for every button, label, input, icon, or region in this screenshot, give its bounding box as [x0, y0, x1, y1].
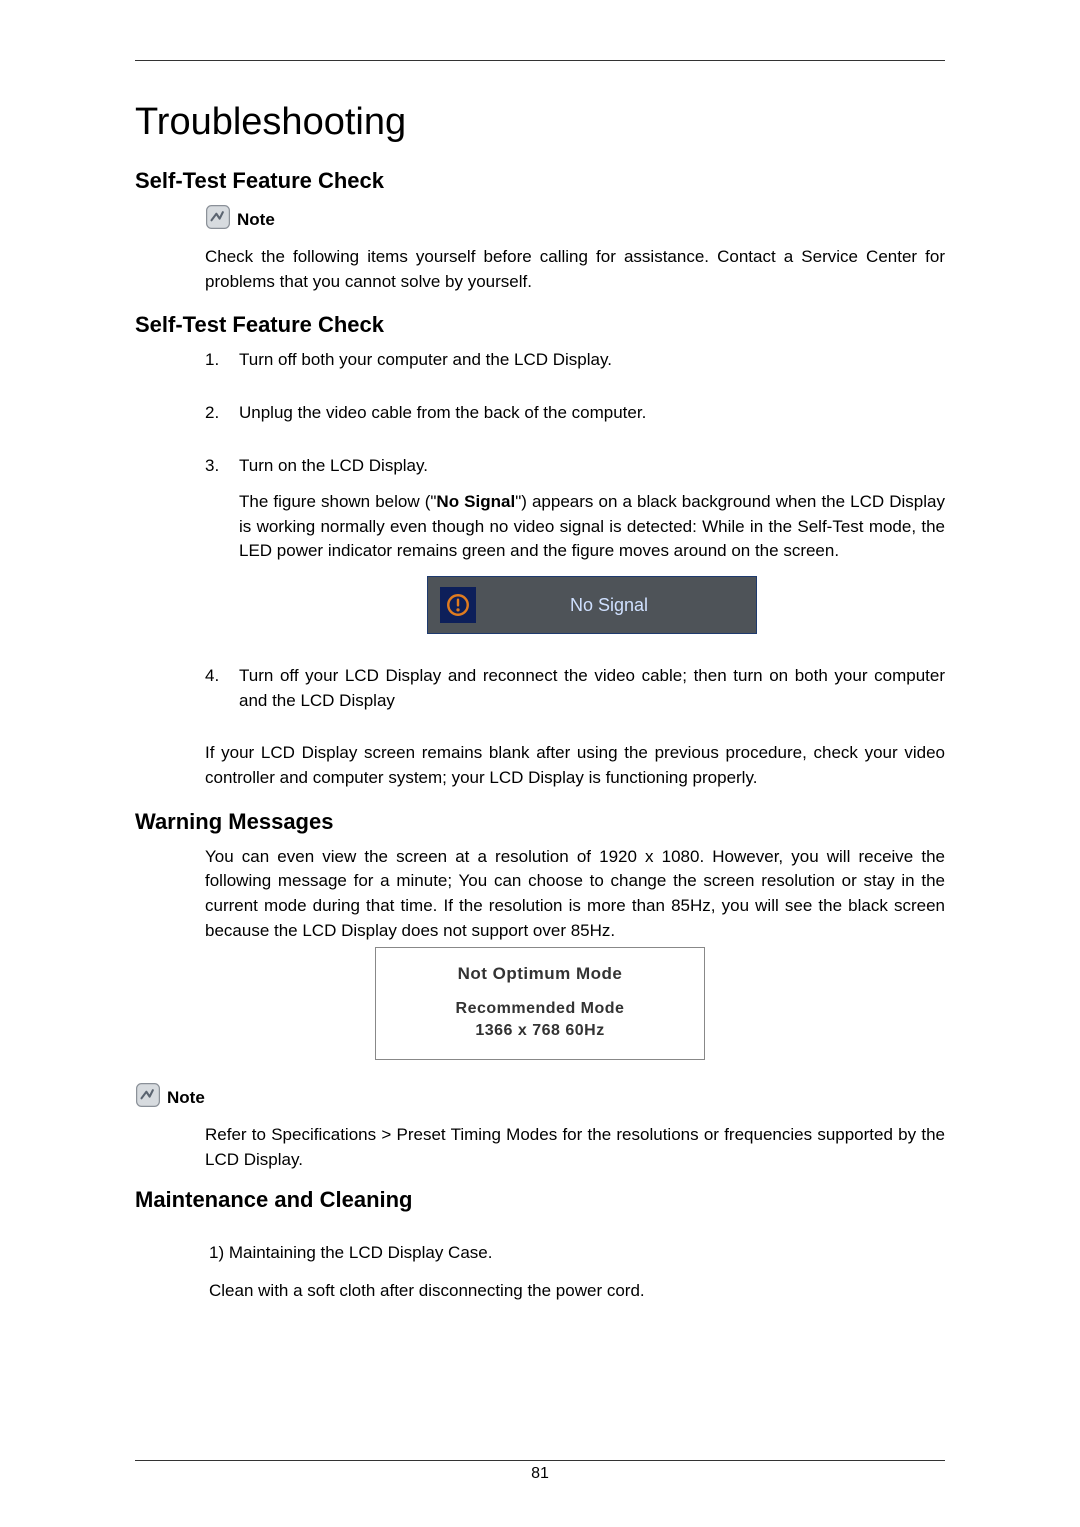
no-signal-label: No Signal	[504, 592, 744, 618]
maint-p2: Clean with a soft cloth after disconnect…	[209, 1279, 945, 1304]
list-item: 1. Turn off both your computer and the L…	[205, 348, 945, 385]
selftest-after-list: If your LCD Display screen remains blank…	[205, 741, 945, 790]
note-icon	[205, 204, 231, 235]
not-optimum-line2: Recommended Mode	[388, 998, 692, 1020]
list-text: Turn off your LCD Display and reconnect …	[239, 664, 945, 713]
page: Troubleshooting Self-Test Feature Check …	[0, 0, 1080, 1527]
maint-p1: 1) Maintaining the LCD Display Case.	[209, 1241, 945, 1266]
list-number: 2.	[205, 401, 239, 438]
note-block-2: Note	[135, 1082, 945, 1113]
note-block-1: Note	[205, 204, 945, 235]
list-item: 4. Turn off your LCD Display and reconne…	[205, 664, 945, 725]
footer-rule	[135, 1460, 945, 1461]
no-signal-figure: No Signal	[427, 576, 757, 634]
list-number: 3.	[205, 454, 239, 649]
list-item: 2. Unplug the video cable from the back …	[205, 401, 945, 438]
heading-maintenance: Maintenance and Cleaning	[135, 1187, 945, 1213]
heading-selftest-1: Self-Test Feature Check	[135, 168, 945, 194]
bold-phrase: No Signal	[436, 492, 515, 511]
list-number: 1.	[205, 348, 239, 385]
page-number: 81	[135, 1465, 945, 1483]
not-optimum-figure: Not Optimum Mode Recommended Mode 1366 x…	[375, 947, 705, 1060]
note-label: Note	[237, 210, 275, 230]
heading-warning: Warning Messages	[135, 809, 945, 835]
not-optimum-line3: 1366 x 768 60Hz	[388, 1020, 692, 1042]
note-label: Note	[167, 1088, 205, 1108]
selftest-list: 1. Turn off both your computer and the L…	[205, 348, 945, 725]
footer: 81	[135, 1460, 945, 1483]
list-extra-text: The figure shown below ("No Signal") app…	[239, 490, 945, 564]
heading-selftest-2: Self-Test Feature Check	[135, 312, 945, 338]
warning-note-body: Refer to Specifications > Preset Timing …	[205, 1123, 945, 1172]
top-rule	[135, 60, 945, 61]
list-text: Turn on the LCD Display.	[239, 454, 945, 479]
list-text: Turn off both your computer and the LCD …	[239, 348, 945, 373]
list-text: Unplug the video cable from the back of …	[239, 401, 945, 426]
warning-body: You can even view the screen at a resolu…	[205, 845, 945, 944]
list-number: 4.	[205, 664, 239, 725]
list-item: 3. Turn on the LCD Display. The figure s…	[205, 454, 945, 649]
not-optimum-line1: Not Optimum Mode	[388, 964, 692, 984]
page-title: Troubleshooting	[135, 101, 945, 144]
note-icon	[135, 1082, 161, 1113]
selftest-intro: Check the following items yourself befor…	[205, 245, 945, 294]
warning-icon	[440, 587, 476, 623]
